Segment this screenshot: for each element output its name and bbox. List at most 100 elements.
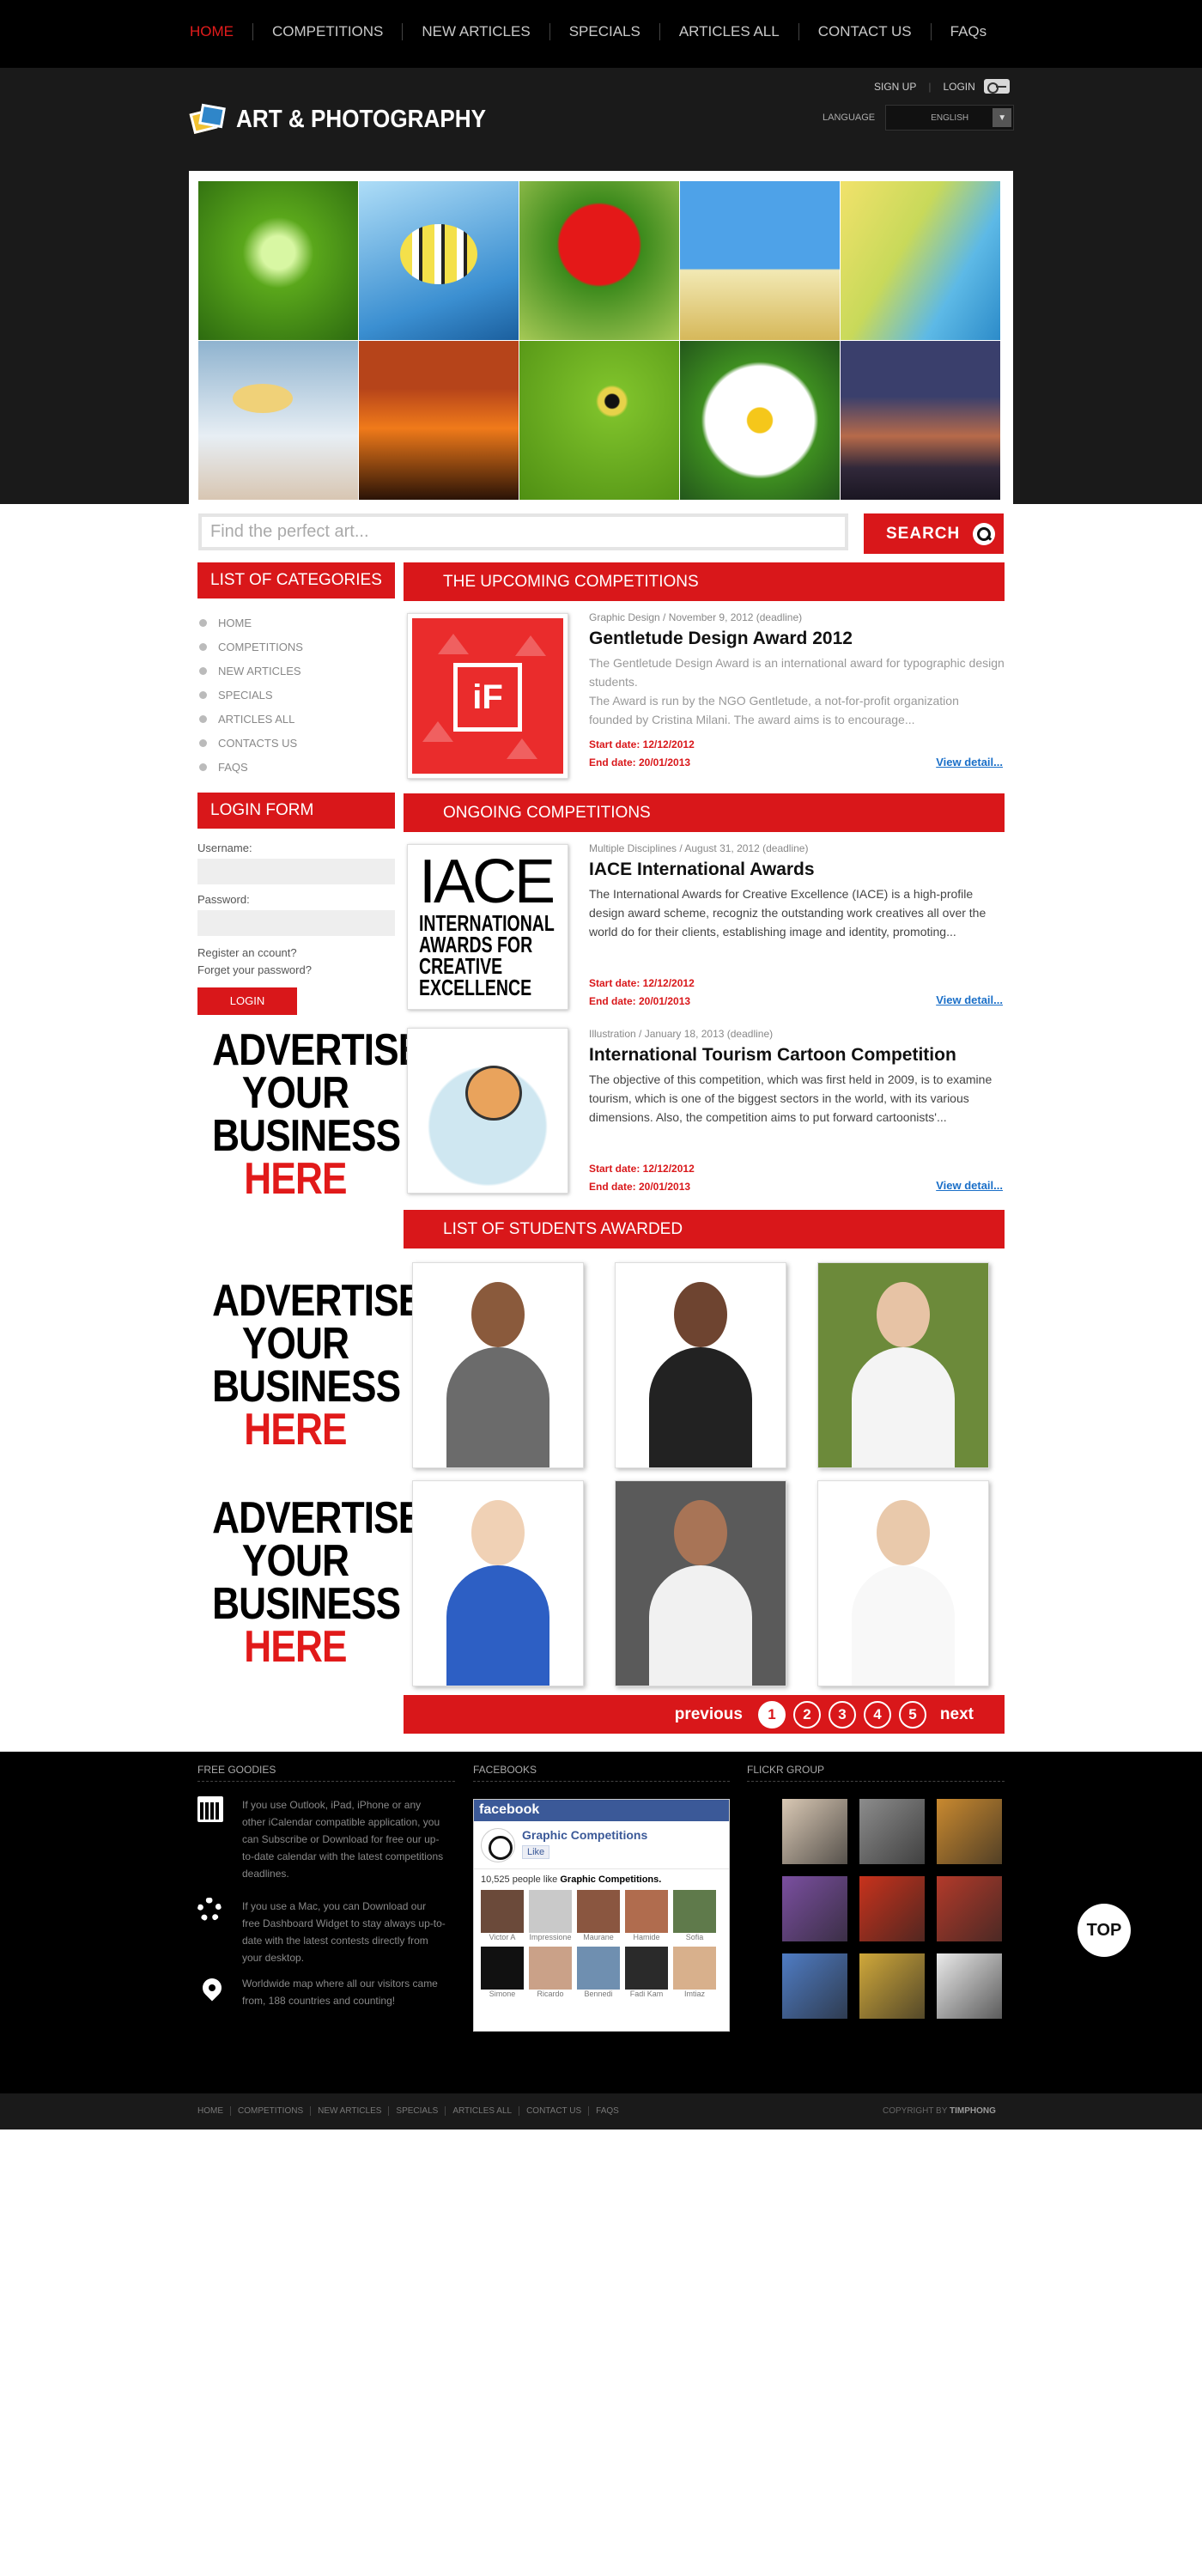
cartoon-illustration — [412, 1033, 563, 1188]
nav-item-articles-all[interactable]: ARTICLES ALL — [659, 23, 798, 40]
category-item[interactable]: ARTICLES ALL — [199, 707, 395, 731]
student-photo[interactable] — [412, 1480, 584, 1686]
view-detail-link[interactable]: View detail... — [936, 1179, 1003, 1192]
student-photo[interactable] — [412, 1262, 584, 1468]
view-detail-link[interactable]: View detail... — [936, 756, 1003, 769]
bottom-link[interactable]: COMPETITIONS — [230, 2106, 310, 2116]
advertise-banner[interactable]: ADVERTISE YOUR BUSINESS HERE — [212, 1279, 423, 1452]
face-avatar — [481, 1947, 524, 1990]
facebook-face[interactable]: Maurane — [577, 1890, 620, 1943]
facebook-face[interactable]: Ricardo — [529, 1947, 572, 2000]
language-select[interactable]: ENGLISH ▼ — [885, 105, 1015, 131]
student-photo[interactable] — [817, 1480, 989, 1686]
gallery-photo-daisy[interactable] — [680, 341, 840, 500]
language-selector: LANGUAGE ENGLISH ▼ — [823, 105, 1015, 131]
flickr-thumbnail[interactable] — [937, 1953, 1002, 2019]
header: ART & PHOTOGRAPHY SIGN UP | LOGIN LANGUA… — [0, 68, 1202, 504]
gallery-photo-field[interactable] — [680, 181, 840, 340]
bottom-link[interactable]: ARTICLES ALL — [445, 2106, 519, 2116]
advertise-banner[interactable]: ADVERTISE YOUR BUSINESS HERE — [212, 1496, 423, 1669]
gallery-photo-lizard[interactable] — [519, 341, 679, 500]
competition-title[interactable]: International Tourism Cartoon Competitio… — [589, 1044, 1005, 1066]
next-link[interactable]: next — [940, 1705, 974, 1724]
category-item[interactable]: SPECIALS — [199, 683, 395, 707]
register-link[interactable]: Register an ccount? — [197, 945, 395, 962]
students-title: LIST OF STUDENTS AWARDED — [404, 1210, 1005, 1249]
facebook-face[interactable]: Sofia — [673, 1890, 716, 1943]
competition-thumbnail[interactable]: iF — [407, 613, 568, 779]
facebook-page-name[interactable]: Graphic Competitions — [522, 1828, 647, 1842]
sign-up-link[interactable]: SIGN UP — [874, 81, 916, 93]
flickr-thumbnail[interactable] — [937, 1799, 1002, 1864]
facebook-face[interactable]: Imtiaz — [673, 1947, 716, 2000]
student-photo[interactable] — [615, 1480, 786, 1686]
end-date: End date: 20/01/2013 — [589, 756, 691, 769]
pagination: previous 1 2 3 4 5 next — [404, 1695, 1005, 1734]
bottom-link[interactable]: NEW ARTICLES — [310, 2106, 388, 2116]
gallery-photo-sunset-silhouette[interactable] — [359, 341, 519, 500]
flickr-thumbnail[interactable] — [859, 1953, 925, 2019]
facebook-face[interactable]: Hamide — [625, 1890, 668, 1943]
facebook-face[interactable]: Bennedi — [577, 1947, 620, 2000]
page-link[interactable]: 2 — [792, 1700, 821, 1728]
category-item[interactable]: FAQS — [199, 755, 395, 779]
category-item[interactable]: HOME — [199, 611, 395, 635]
ongoing-title: ONGOING COMPETITIONS — [404, 793, 1005, 832]
password-field[interactable] — [197, 910, 395, 936]
search-button[interactable]: SEARCH — [864, 513, 1004, 554]
facebook-face[interactable]: Simone — [481, 1947, 524, 2000]
facebook-brand: facebook — [474, 1800, 729, 1821]
page-link[interactable]: 5 — [898, 1700, 926, 1728]
advertise-banner[interactable]: ADVERTISE YOUR BUSINESS HERE — [212, 1028, 423, 1201]
nav-item-new-articles[interactable]: NEW ARTICLES — [402, 23, 549, 40]
nav-item-competitions[interactable]: COMPETITIONS — [252, 23, 402, 40]
competition-title[interactable]: IACE International Awards — [589, 859, 1005, 881]
search-input[interactable]: Find the perfect art... — [198, 513, 848, 550]
view-detail-link[interactable]: View detail... — [936, 993, 1003, 1006]
competition-title[interactable]: Gentletude Design Award 2012 — [589, 628, 1005, 650]
language-label: LANGUAGE — [823, 112, 876, 123]
category-item[interactable]: CONTACTS US — [199, 731, 395, 755]
gallery-photo-girl-lollipop[interactable] — [198, 341, 358, 500]
facebook-like-button[interactable]: Like — [522, 1845, 550, 1859]
page-link[interactable]: 3 — [828, 1700, 856, 1728]
flickr-thumbnail[interactable] — [782, 1799, 847, 1864]
login-button[interactable]: LOGIN — [197, 987, 297, 1015]
bottom-link[interactable]: SPECIALS — [388, 2106, 445, 2116]
bottom-link[interactable]: HOME — [197, 2106, 230, 2116]
gallery-photo-poppy[interactable] — [519, 181, 679, 340]
gallery-photo-fish[interactable] — [359, 181, 519, 340]
facebook-face[interactable]: Victor A — [481, 1890, 524, 1943]
nav-item-faqs[interactable]: FAQs — [930, 23, 1006, 40]
site-logo[interactable]: ART & PHOTOGRAPHY — [189, 102, 513, 137]
facebook-face[interactable]: Fadi Kam — [625, 1947, 668, 2000]
forgot-password-link[interactable]: Forget your password? — [197, 962, 395, 979]
flickr-thumbnail[interactable] — [782, 1953, 847, 2019]
bottom-link[interactable]: CONTACT US — [519, 2106, 588, 2116]
competition-thumbnail[interactable] — [407, 1028, 568, 1194]
username-field[interactable] — [197, 859, 395, 884]
previous-link[interactable]: previous — [675, 1705, 743, 1724]
student-photo[interactable] — [615, 1262, 786, 1468]
gallery-photo-sea-sunset[interactable] — [841, 341, 1000, 500]
page-link[interactable]: 1 — [757, 1700, 786, 1728]
back-to-top-button[interactable]: TOP — [1078, 1904, 1131, 1957]
gallery-photo-leaf-droplet[interactable] — [198, 181, 358, 340]
student-photo[interactable] — [817, 1262, 989, 1468]
bottom-link[interactable]: FAQS — [588, 2106, 626, 2116]
category-item[interactable]: COMPETITIONS — [199, 635, 395, 659]
flickr-thumbnail[interactable] — [859, 1799, 925, 1864]
password-label: Password: — [197, 893, 250, 906]
gallery-photo-beach-ball[interactable] — [841, 181, 1000, 340]
nav-item-specials[interactable]: SPECIALS — [549, 23, 659, 40]
facebook-face[interactable]: Impressione — [529, 1890, 572, 1943]
nav-item-home[interactable]: HOME — [190, 23, 252, 40]
competition-thumbnail[interactable]: IACE INTERNATIONAL AWARDS FOR CREATIVE E… — [407, 844, 568, 1010]
flickr-thumbnail[interactable] — [782, 1876, 847, 1941]
nav-item-contact-us[interactable]: CONTACT US — [798, 23, 931, 40]
flickr-thumbnail[interactable] — [859, 1876, 925, 1941]
category-item[interactable]: NEW ARTICLES — [199, 659, 395, 683]
flickr-thumbnail[interactable] — [937, 1876, 1002, 1941]
page-link[interactable]: 4 — [863, 1700, 891, 1728]
login-link[interactable]: LOGIN — [943, 81, 974, 93]
